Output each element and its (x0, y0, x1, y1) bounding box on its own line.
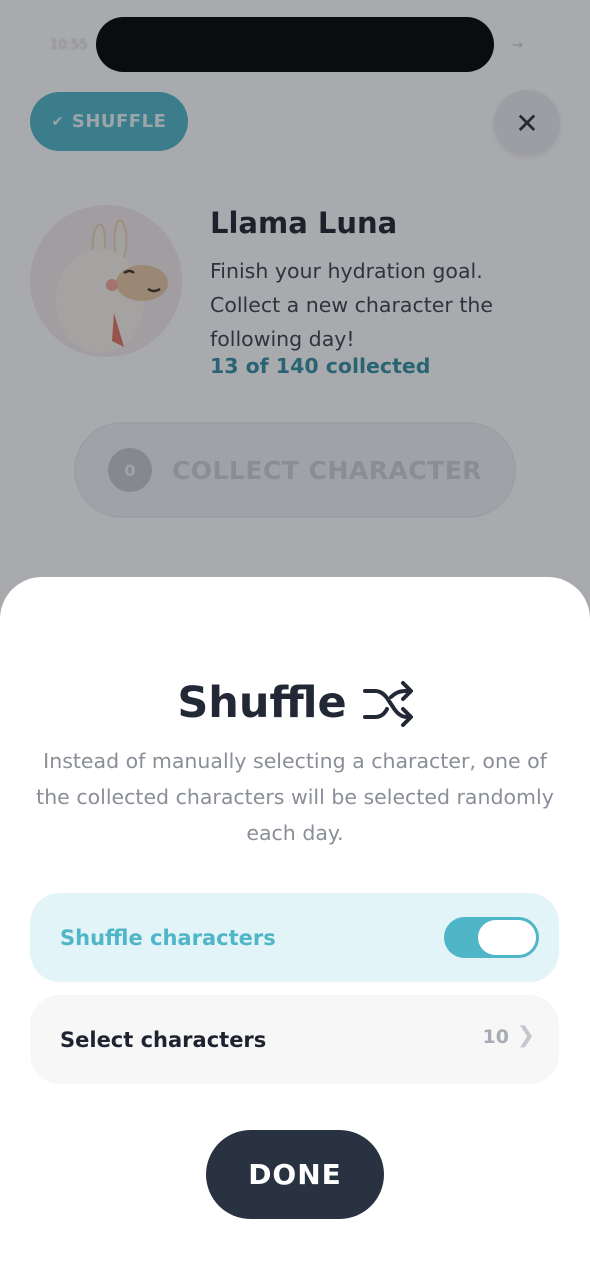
sheet-description: Instead of manually selecting a characte… (36, 749, 554, 845)
shuffle-characters-row[interactable]: Shuffle characters (30, 893, 559, 982)
toggle-knob (478, 920, 536, 955)
sheet-title: Shuffle (177, 678, 347, 728)
sheet-title-row: Shuffle (0, 678, 590, 728)
shuffle-toggle[interactable] (444, 917, 539, 958)
shuffle-characters-label: Shuffle characters (60, 925, 276, 950)
selected-count: 10 (482, 1026, 509, 1048)
select-characters-row[interactable]: Select characters 10 ❯ (30, 995, 559, 1084)
chevron-right-icon: ❯ (516, 1023, 535, 1048)
shuffle-icon (362, 681, 413, 727)
select-characters-label: Select characters (60, 1027, 267, 1052)
done-button[interactable]: DONE (206, 1130, 384, 1219)
